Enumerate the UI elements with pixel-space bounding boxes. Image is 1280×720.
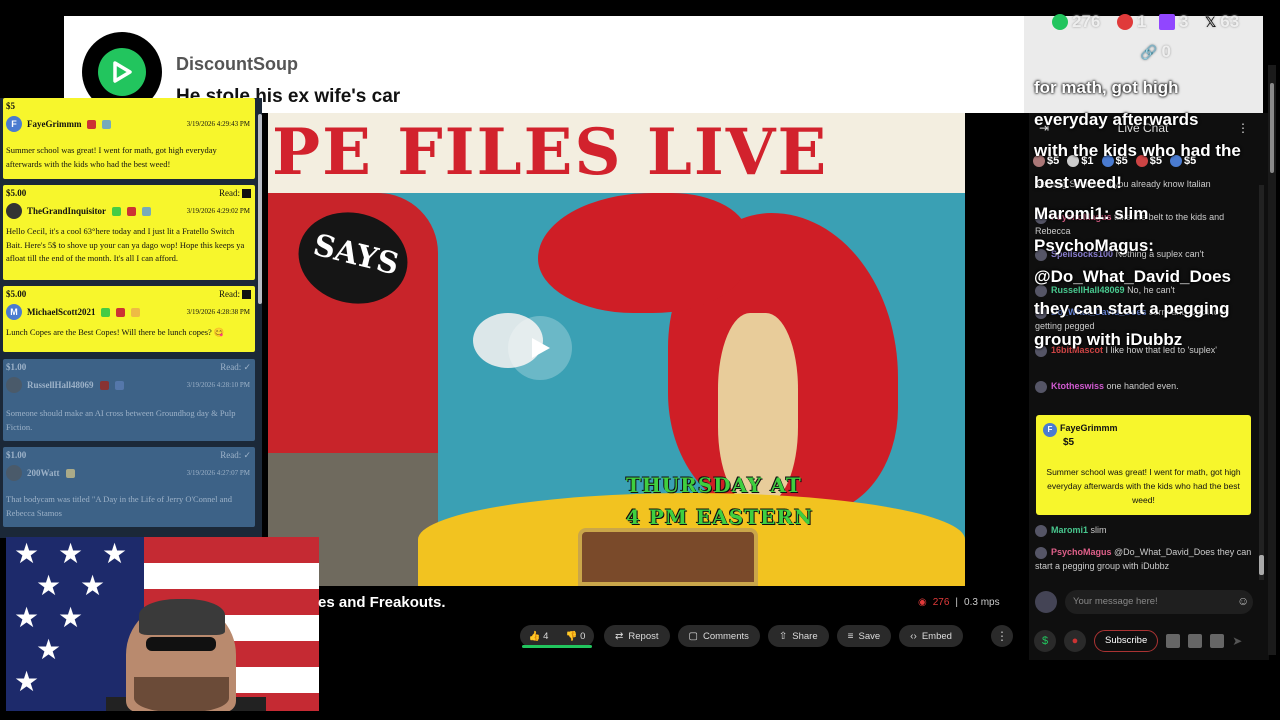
avatar: F	[1043, 423, 1057, 437]
check-icon: ✓	[241, 362, 251, 372]
thumbs-down-icon: 👎	[565, 630, 578, 642]
badge-icon	[65, 468, 75, 478]
save-list-icon: ≡	[847, 630, 854, 642]
comment-icon: ▢	[688, 630, 698, 642]
badge-icon	[112, 206, 122, 216]
thumbs-up-icon: 👍	[528, 630, 541, 642]
badge-icon[interactable]	[1188, 634, 1203, 648]
x-viewers: 𝕏 63	[1205, 12, 1240, 31]
twitch-icon	[1159, 14, 1175, 30]
video-title: es and Freakouts.	[318, 594, 446, 611]
like-button[interactable]: 👍 4	[529, 631, 549, 642]
donation-card[interactable]: $1.00 Read: ✓ RussellHall48069 3/19/2026…	[3, 359, 255, 441]
donation-feed[interactable]: $5 F FayeGrimmm 3/19/2026 4:29:43 PM Sum…	[0, 98, 262, 538]
like-dislike-group: 👍 4 👎 0	[520, 625, 594, 647]
badge-icon	[87, 119, 97, 129]
chat-message: PsychoMagus @Do_What_David_Does they can…	[1035, 546, 1252, 571]
badge-icon	[101, 307, 111, 317]
badge-icon	[131, 307, 141, 317]
embed-icon: ‹›	[910, 630, 917, 642]
emoji-icon[interactable]: ☺	[1237, 594, 1249, 608]
save-button[interactable]: ≡ Save	[836, 625, 892, 647]
more-options-button[interactable]: ⋮	[991, 625, 1013, 647]
x-icon: 𝕏	[1205, 13, 1217, 30]
stream-page: DiscountSoup He stole his ex wife's car …	[0, 0, 1280, 720]
alert-username: DiscountSoup	[176, 54, 298, 74]
chat-message: Ktotheswiss one handed even.	[1035, 379, 1255, 393]
twitch-viewers: 3	[1159, 12, 1188, 32]
badge-icon	[99, 380, 109, 390]
link-count: 🔗 0	[1140, 42, 1171, 61]
share-button[interactable]: ⇧ Share	[767, 625, 829, 647]
avatar	[6, 465, 22, 481]
video-actions: ⇄ Repost ▢ Comments ⇧ Share ≡ Save ‹› Embed	[604, 625, 963, 647]
link-icon: 🔗	[1140, 43, 1158, 60]
share-icon: ⇧	[778, 630, 788, 642]
schedule-line-2: 4 PM EASTERN	[626, 505, 814, 529]
rumble-icon	[1052, 14, 1068, 30]
treasure-chest	[578, 528, 758, 586]
donation-card[interactable]: $1.00 Read: ✓ 200Watt 3/19/2026 4:27:07 …	[3, 447, 255, 527]
locals-icon	[1117, 14, 1133, 30]
repost-icon: ⇄	[615, 630, 624, 642]
schedule-line-1: THURSDAY AT	[626, 473, 802, 497]
check-icon: ✓	[241, 450, 251, 460]
send-icon[interactable]: ➤	[1232, 634, 1242, 648]
badge-icon	[102, 119, 112, 129]
subscribe-button[interactable]: Subscribe	[1094, 630, 1159, 652]
donation-card[interactable]: $5 F FayeGrimmm 3/19/2026 4:29:43 PM Sum…	[3, 98, 255, 179]
feed-scrollbar[interactable]	[258, 114, 262, 304]
read-checkbox[interactable]	[242, 189, 251, 199]
webcam-overlay: ★ ★ ★ ★ ★ ★ ★ ★ ★	[6, 537, 319, 711]
repost-button[interactable]: ⇄ Repost	[604, 625, 670, 647]
chat-actions: $ ● Subscribe ➤	[1034, 629, 1264, 653]
donation-card[interactable]: $5.00 Read: TheGrandInquisitor 3/19/2026…	[3, 185, 255, 280]
sunglasses	[146, 637, 216, 651]
video-player[interactable]: PE FILES LIVE SAYS THURSDAY AT 4 PM EAST…	[268, 113, 965, 586]
avatar: F	[6, 116, 22, 132]
like-ratio-bar	[522, 645, 592, 648]
page-scrollbar[interactable]	[1268, 65, 1276, 655]
badge-icon[interactable]	[1210, 634, 1225, 648]
chat-input-area: Your message here! ☺	[1029, 588, 1269, 618]
play-icon	[532, 338, 550, 358]
comments-button[interactable]: ▢ Comments	[677, 625, 760, 647]
locals-viewers: 1	[1117, 12, 1146, 32]
badge-icon	[142, 206, 152, 216]
view-stats: ◉ 276 | 0.3 mps	[918, 597, 1000, 608]
tip-button[interactable]: $	[1034, 630, 1056, 652]
dragon-head	[538, 193, 748, 313]
badge-icon	[114, 380, 124, 390]
dislike-button[interactable]: 👎 0	[566, 631, 586, 642]
embed-button[interactable]: ‹› Embed	[899, 625, 963, 647]
chat-overlay: for math, got high everyday afterwards w…	[1034, 78, 1241, 349]
thumbnail-banner: PE FILES LIVE	[268, 113, 965, 193]
play-logo-icon	[113, 61, 132, 83]
rant-button[interactable]: ●	[1064, 630, 1086, 652]
read-checkbox[interactable]	[242, 290, 251, 300]
rumble-viewers: 276	[1052, 12, 1100, 32]
avatar	[1035, 591, 1057, 613]
chat-message: Maromi1 slim	[1035, 523, 1255, 537]
donation-card[interactable]: $5.00 Read: M MichaelScott2021 3/19/2026…	[3, 286, 255, 352]
play-button[interactable]	[508, 316, 572, 380]
badge-icon	[116, 307, 126, 317]
cap	[139, 599, 225, 635]
tip-card: F FayeGrimmm $5 Summer school was great!…	[1036, 415, 1251, 515]
badge-icon[interactable]	[1166, 634, 1181, 648]
avatar	[6, 377, 22, 393]
chat-message-input[interactable]: Your message here!	[1065, 590, 1253, 614]
eye-icon: ◉	[918, 597, 927, 608]
avatar: M	[6, 304, 22, 320]
flag-canton: ★ ★ ★ ★ ★ ★ ★ ★ ★	[6, 537, 144, 711]
badge-icon	[127, 206, 137, 216]
avatar	[6, 203, 22, 219]
